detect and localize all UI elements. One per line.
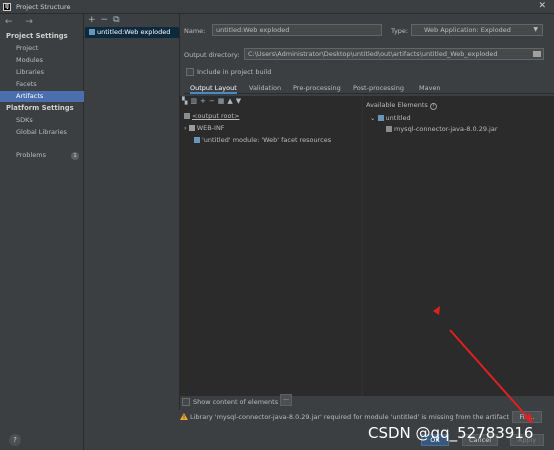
watermark-text: CSDN @qq_52783916 bbox=[368, 424, 534, 442]
annotation-arrow-icon bbox=[433, 306, 533, 424]
